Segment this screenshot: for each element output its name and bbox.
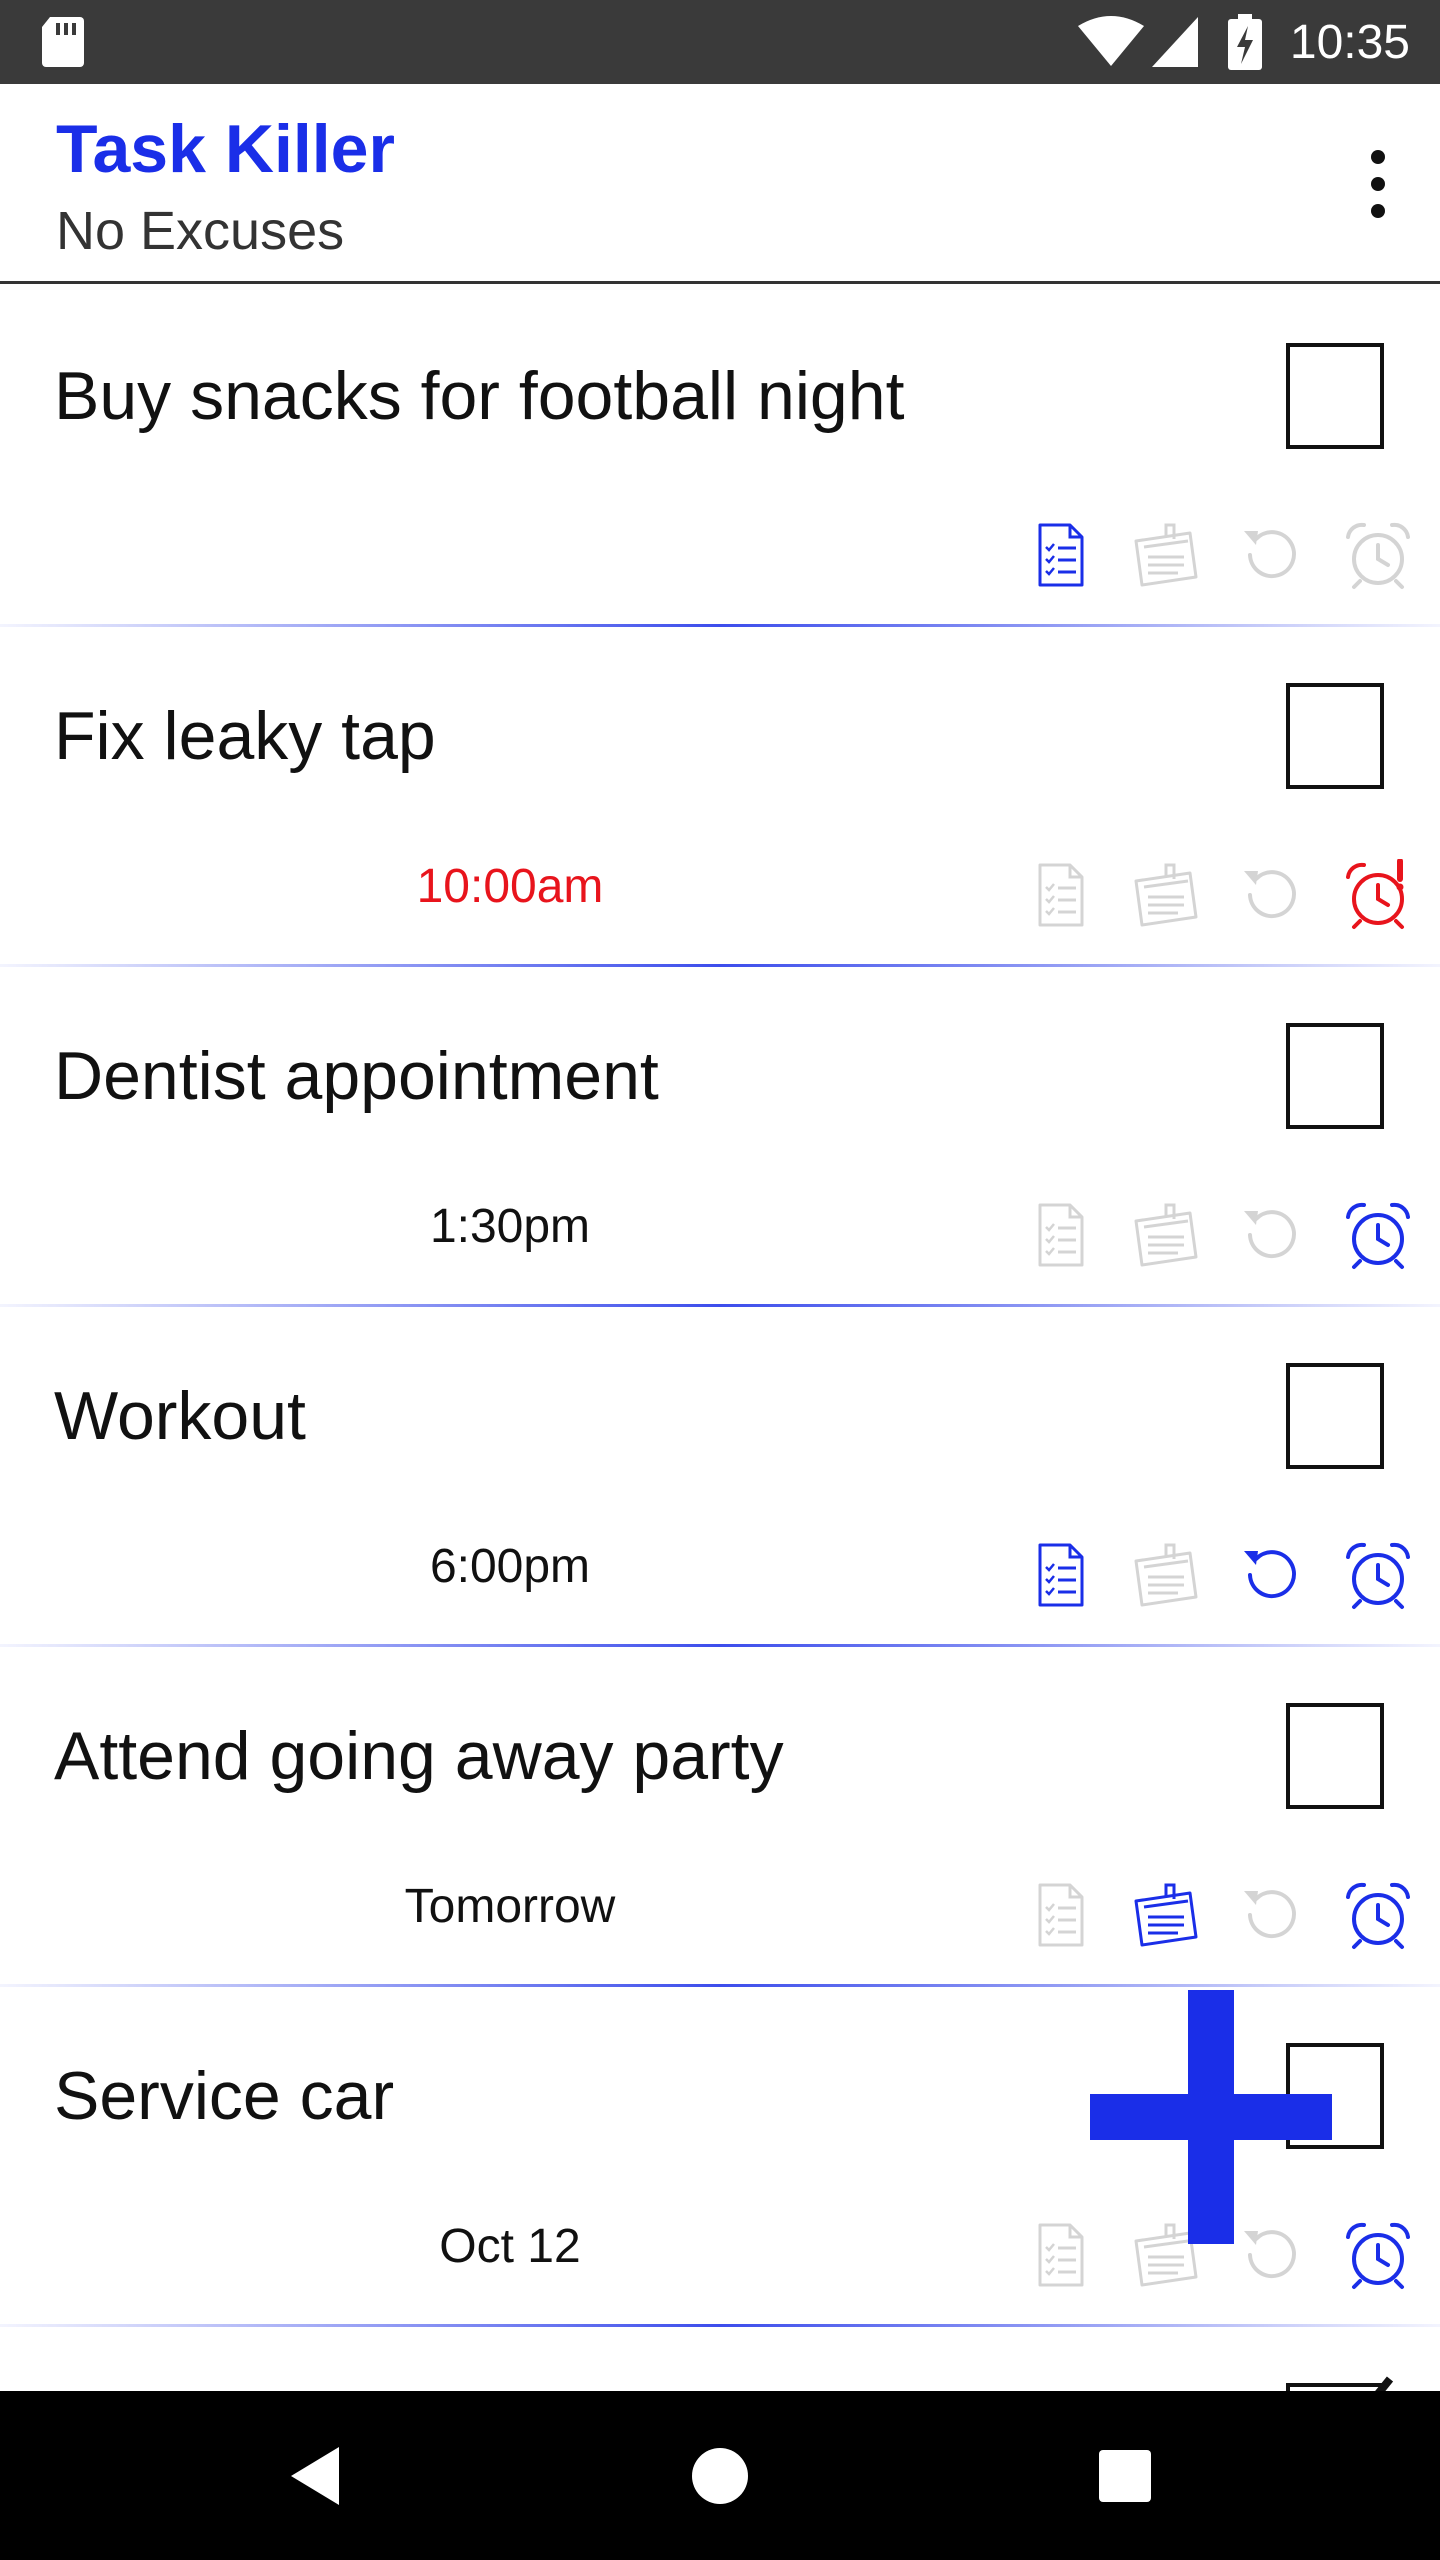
nav-bar <box>0 2391 1440 2560</box>
add-task-button[interactable] <box>1090 1990 1332 2244</box>
alarm-icon[interactable] <box>1342 2219 1414 2291</box>
checklist-icon[interactable] <box>1024 2219 1096 2291</box>
task-title[interactable]: Attend going away party <box>54 1717 784 1795</box>
more-vert-icon[interactable] <box>1348 134 1408 234</box>
task-checkbox[interactable] <box>1286 1023 1384 1129</box>
task-checkbox[interactable] <box>1286 1363 1384 1469</box>
task-checkbox[interactable] <box>1286 1703 1384 1809</box>
task-item[interactable]: Workout 6:00pm <box>0 1307 1440 1647</box>
task-item[interactable]: Fix leaky tap 10:00am <box>0 627 1440 967</box>
repeat-icon[interactable] <box>1236 519 1308 591</box>
wifi-icon <box>1078 0 1144 84</box>
note-icon[interactable] <box>1130 1199 1202 1271</box>
repeat-icon[interactable] <box>1236 1199 1308 1271</box>
task-title[interactable]: Service car <box>54 2057 394 2135</box>
note-icon[interactable] <box>1130 519 1202 591</box>
task-item[interactable] <box>0 2327 1440 2391</box>
alarm-icon[interactable] <box>1342 859 1414 931</box>
note-icon[interactable] <box>1130 859 1202 931</box>
task-time: Tomorrow <box>404 1880 616 1933</box>
checklist-icon[interactable] <box>1024 1879 1096 1951</box>
sd-card-icon <box>40 0 86 84</box>
task-item[interactable]: Buy snacks for football night <box>0 287 1440 627</box>
note-icon[interactable] <box>1130 1539 1202 1611</box>
recents-icon[interactable] <box>1080 2431 1170 2521</box>
repeat-icon[interactable] <box>1236 1539 1308 1611</box>
task-time: 1:30pm <box>429 1200 591 1253</box>
task-title[interactable]: Dentist appointment <box>54 1037 659 1115</box>
task-time: Oct 12 <box>439 2220 581 2273</box>
task-title[interactable]: Workout <box>54 1377 306 1455</box>
repeat-icon[interactable] <box>1236 859 1308 931</box>
task-item[interactable]: Dentist appointment 1:30pm <box>0 967 1440 1307</box>
task-checkbox[interactable] <box>1286 2376 1394 2391</box>
task-checkbox[interactable] <box>1286 683 1384 789</box>
alarm-icon[interactable] <box>1342 519 1414 591</box>
checklist-icon[interactable] <box>1024 859 1096 931</box>
status-time: 10:35 <box>1289 15 1410 69</box>
task-time: 10:00am <box>416 860 604 913</box>
app-title: Task Killer <box>56 111 395 187</box>
checklist-icon[interactable] <box>1024 519 1096 591</box>
task-time: 6:00pm <box>429 1540 591 1593</box>
checklist-icon[interactable] <box>1024 1199 1096 1271</box>
battery-charging-icon <box>1228 0 1262 84</box>
home-icon[interactable] <box>675 2431 765 2521</box>
repeat-icon[interactable] <box>1236 1879 1308 1951</box>
app-bar: Task Killer No Excuses <box>0 84 1440 284</box>
alarm-icon[interactable] <box>1342 1879 1414 1951</box>
checklist-icon[interactable] <box>1024 1539 1096 1611</box>
note-icon[interactable] <box>1130 1879 1202 1951</box>
back-icon[interactable] <box>270 2431 360 2521</box>
task-item[interactable]: Attend going away party Tomorrow <box>0 1647 1440 1987</box>
alarm-icon[interactable] <box>1342 1539 1414 1611</box>
alarm-icon[interactable] <box>1342 1199 1414 1271</box>
signal-icon <box>1152 0 1198 84</box>
task-checkbox[interactable] <box>1286 343 1384 449</box>
task-title[interactable]: Buy snacks for football night <box>54 357 904 435</box>
app-subtitle: No Excuses <box>56 201 345 261</box>
task-title[interactable]: Fix leaky tap <box>54 697 436 775</box>
status-bar: 10:35 <box>0 0 1440 84</box>
